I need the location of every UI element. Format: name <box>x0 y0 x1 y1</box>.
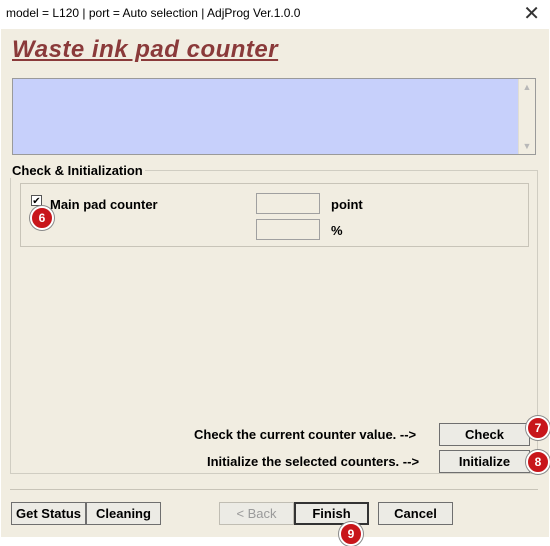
check-prompt-label: Check the current counter value. --> <box>194 427 417 442</box>
point-value-field <box>256 193 320 214</box>
main-pad-counter-checkbox[interactable]: ✔ <box>31 195 42 207</box>
annotation-badge-9: 9 <box>339 522 363 546</box>
annotation-badge-6: 6 <box>30 206 54 230</box>
title-bar: model = L120 | port = Auto selection | A… <box>0 0 550 28</box>
annotation-badge-8: 8 <box>526 450 550 474</box>
percent-unit-label: % <box>331 223 343 238</box>
main-pad-counter-label: Main pad counter <box>50 197 158 212</box>
window-title: model = L120 | port = Auto selection | A… <box>6 6 301 20</box>
footer-divider <box>10 489 538 490</box>
point-unit-label: point <box>331 197 363 212</box>
finish-button[interactable]: Finish <box>294 502 369 525</box>
scroll-up-icon[interactable]: ▲ <box>519 79 535 95</box>
close-icon[interactable]: ✕ <box>523 2 540 24</box>
message-scrollbar[interactable]: ▲ ▼ <box>518 79 535 154</box>
dialog-client-area: Waste ink pad counter ▲ ▼ Check & Initia… <box>1 29 550 546</box>
check-button[interactable]: Check <box>439 423 530 446</box>
page-title: Waste ink pad counter <box>12 36 279 63</box>
cleaning-button[interactable]: Cleaning <box>86 502 161 525</box>
message-box[interactable]: ▲ ▼ <box>12 78 536 155</box>
initialize-prompt-label: Initialize the selected counters. --> <box>207 454 420 469</box>
initialize-button[interactable]: Initialize <box>439 450 530 473</box>
annotation-badge-7: 7 <box>526 416 550 440</box>
get-status-button[interactable]: Get Status <box>11 502 86 525</box>
group-legend: Check & Initialization <box>10 163 145 178</box>
scroll-down-icon[interactable]: ▼ <box>519 138 535 154</box>
back-button[interactable]: < Back <box>219 502 294 525</box>
percent-value-field <box>256 219 320 240</box>
cancel-button[interactable]: Cancel <box>378 502 453 525</box>
